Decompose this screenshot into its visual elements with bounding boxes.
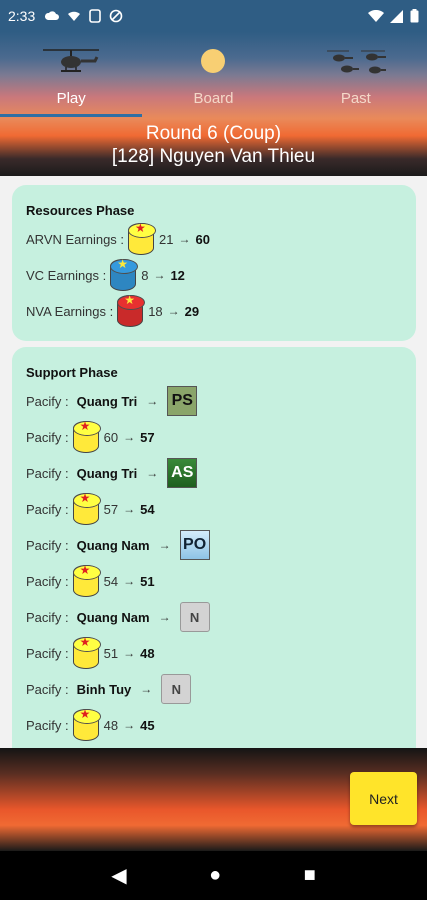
arvn-resource-icon: ★ xyxy=(72,419,99,453)
helicopter-icon xyxy=(43,49,100,72)
active-tab-indicator xyxy=(0,114,142,117)
round-title: Round 6 (Coup) [128] Nguyen Van Thieu xyxy=(0,122,427,168)
vc-resource-icon: ★ xyxy=(110,257,137,291)
province-name: Quang Nam xyxy=(76,537,150,553)
support-marker-ps: PS xyxy=(167,386,198,416)
pacify-row: Pacify : ★ 57 → 54 xyxy=(26,491,155,526)
status-bar: 2:33 xyxy=(0,0,427,32)
wifi-icon xyxy=(368,9,384,22)
support-marker-neutral: N xyxy=(179,602,210,632)
tab-board-label: Board xyxy=(193,90,234,107)
earnings-row-nva: NVA Earnings : ★ 18 → 29 xyxy=(26,293,199,328)
province-name: Quang Nam xyxy=(76,609,150,625)
cloud-icon xyxy=(45,11,60,20)
back-icon[interactable]: ◀ xyxy=(111,863,126,888)
signal-icon xyxy=(390,9,403,23)
recents-icon[interactable]: ■ xyxy=(304,864,316,887)
support-phase-card: Support Phase Pacify : Quang Tri → PS Pa… xyxy=(12,347,416,748)
tab-play[interactable]: Play xyxy=(0,32,142,117)
nva-resource-icon: ★ xyxy=(117,293,144,327)
dnd-icon xyxy=(109,9,123,23)
support-marker-neutral: N xyxy=(161,674,192,704)
province-name: Quang Tri xyxy=(76,465,138,481)
home-icon[interactable]: ● xyxy=(209,864,221,887)
wifi-status-icon xyxy=(68,11,81,21)
battery-icon xyxy=(410,9,419,23)
earnings-row-arvn: ARVN Earnings : ★ 21 → 60 xyxy=(26,221,210,256)
arvn-resource-icon: ★ xyxy=(72,491,99,525)
phase-list[interactable]: Resources Phase ARVN Earnings : ★ 21 → 6… xyxy=(0,176,427,748)
pacify-row: Pacify : Quang Tri → PS xyxy=(26,384,198,418)
support-marker-po: PO xyxy=(179,530,210,560)
arvn-resource-icon: ★ xyxy=(72,707,99,741)
round-name: Round 6 (Coup) xyxy=(145,123,282,144)
arvn-resource-icon: ★ xyxy=(128,221,155,255)
resources-phase-title: Resources Phase xyxy=(26,203,135,218)
arvn-resource-icon: ★ xyxy=(72,563,99,597)
arvn-resource-icon: ★ xyxy=(72,635,99,669)
system-nav-bar: ◀ ● ■ xyxy=(0,851,427,900)
pacify-row: Pacify : Quang Nam → PO xyxy=(26,528,210,562)
pacify-row: Pacify : ★ 48 → 45 xyxy=(26,707,155,742)
status-time: 2:33 xyxy=(8,8,36,24)
earnings-row-vc: VC Earnings : ★ 8 → 12 xyxy=(26,257,185,292)
helicopter-group-icon xyxy=(326,50,386,74)
province-name: Binh Tuy xyxy=(76,681,132,697)
tab-play-label: Play xyxy=(56,90,86,107)
pacify-row: Pacify : Quang Tri → AS xyxy=(26,456,198,490)
pacify-row: Pacify : ★ 60 → 57 xyxy=(26,419,155,454)
tab-past-label: Past xyxy=(340,90,371,107)
round-card: [128] Nguyen Van Thieu xyxy=(111,146,316,167)
province-name: Quang Tri xyxy=(76,393,138,409)
support-phase-title: Support Phase xyxy=(26,365,118,380)
sun-icon xyxy=(201,49,226,73)
pacify-row: Pacify : ★ 51 → 48 xyxy=(26,635,155,670)
next-button[interactable]: Next xyxy=(350,772,417,825)
tab-past[interactable]: Past xyxy=(285,32,427,117)
pacify-row: Pacify : ★ 54 → 51 xyxy=(26,563,155,598)
tab-bar: Play Board Past xyxy=(0,32,427,117)
sim-icon xyxy=(89,9,102,23)
app-header: Play Board Past Round 6 (Coup) [128] Ngu… xyxy=(0,32,427,176)
resources-phase-card: Resources Phase ARVN Earnings : ★ 21 → 6… xyxy=(12,185,416,341)
support-marker-as: AS xyxy=(167,458,198,488)
pacify-row: Pacify : Binh Tuy → N xyxy=(26,672,192,706)
tab-board[interactable]: Board xyxy=(142,32,284,117)
pacify-row: Pacify : Quang Nam → N xyxy=(26,600,210,634)
